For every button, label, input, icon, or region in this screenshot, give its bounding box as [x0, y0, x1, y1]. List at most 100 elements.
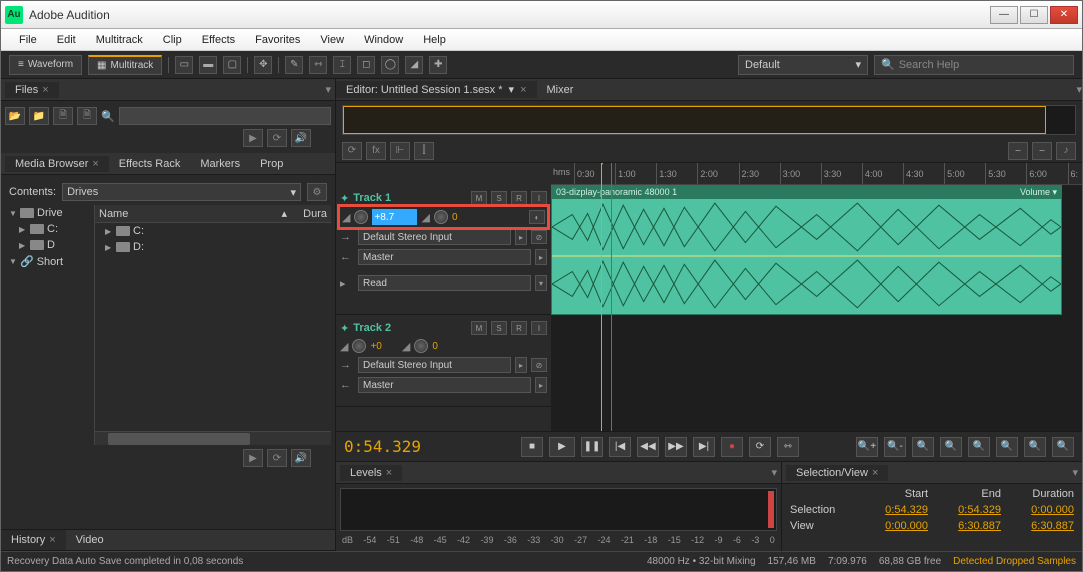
selection-view-tab[interactable]: Selection/View ×	[786, 465, 888, 481]
play-preview-icon[interactable]: ▶	[243, 449, 263, 467]
minimize-button[interactable]: —	[990, 6, 1018, 24]
close-icon[interactable]: ×	[520, 84, 526, 96]
pan-knob[interactable]	[414, 339, 428, 353]
panel-menu-icon[interactable]: ▾	[1072, 466, 1078, 479]
expand-icon[interactable]: ▶	[19, 241, 27, 250]
waveform-mode-button[interactable]: ≡ Waveform	[9, 55, 82, 75]
slip-tool-icon[interactable]: ⇿	[309, 56, 327, 74]
volume-knob[interactable]	[354, 210, 368, 224]
selection-start[interactable]: 0:54.329	[863, 504, 928, 516]
razor-tool-icon[interactable]: ✎	[285, 56, 303, 74]
autoplay-icon[interactable]: 🔊	[291, 449, 311, 467]
skip-selection-button[interactable]: ⇿	[777, 437, 799, 457]
input-select[interactable]: Default Stereo Input	[358, 357, 511, 373]
editor-tab[interactable]: Editor: Untitled Session 1.sesx * ▾ ×	[336, 81, 537, 98]
zoom-in-button[interactable]: 🔍+	[856, 437, 878, 457]
menu-window[interactable]: Window	[354, 32, 413, 48]
h-scrollbar[interactable]	[95, 431, 331, 445]
media-browser-tab[interactable]: Media Browser ×	[5, 156, 109, 172]
volume-knob[interactable]	[352, 339, 366, 353]
monitor-button[interactable]: I	[531, 191, 547, 205]
properties-tab[interactable]: Prop	[250, 156, 293, 172]
zoom-in-point-button[interactable]: 🔍	[1024, 437, 1046, 457]
record-arm-button[interactable]: R	[511, 321, 527, 335]
zoom-out-button[interactable]: 🔍-	[884, 437, 906, 457]
import-icon[interactable]: 📁	[29, 107, 49, 125]
mb-tool-icon[interactable]: ⚙	[307, 183, 327, 201]
level-meter[interactable]	[340, 488, 777, 531]
list-item-d[interactable]: ▶ D:	[95, 239, 331, 255]
brush-icon[interactable]: ◢	[405, 56, 423, 74]
marquee-icon[interactable]: ◻	[357, 56, 375, 74]
menu-edit[interactable]: Edit	[47, 32, 86, 48]
new-audio-icon[interactable]: 🗎	[53, 107, 73, 125]
move-tool-icon[interactable]: ✥	[254, 56, 272, 74]
pan-value[interactable]: 0	[432, 341, 438, 352]
snap-icon[interactable]: ⎯	[1008, 142, 1028, 160]
contents-select[interactable]: Drives ▾	[62, 183, 301, 201]
lasso-icon[interactable]: ◯	[381, 56, 399, 74]
menu-multitrack[interactable]: Multitrack	[86, 32, 153, 48]
mute-button[interactable]: M	[471, 191, 487, 205]
video-tab[interactable]: Video	[66, 530, 114, 550]
audio-clip[interactable]: 03-dizplay-panoramic 48000 1 Volume ▾	[551, 185, 1062, 315]
view-duration[interactable]: 6:30.887	[1009, 520, 1074, 532]
new-multitrack-icon[interactable]: 🗎	[77, 107, 97, 125]
loop-playback-button[interactable]: ⟳	[749, 437, 771, 457]
open-file-icon[interactable]: 📂	[5, 107, 25, 125]
zoom-out-v-button[interactable]: 🔍	[996, 437, 1018, 457]
workspace-select[interactable]: Default ▾	[738, 55, 868, 75]
panel-menu-icon[interactable]: ▾	[1076, 83, 1082, 96]
input-caret[interactable]: ▸	[515, 229, 527, 245]
loop-preview-icon[interactable]: ⟳	[267, 129, 287, 147]
play-button[interactable]: ▶	[549, 437, 575, 457]
panel-menu-icon[interactable]: ▾	[771, 466, 777, 479]
zoom-out-point-button[interactable]: 🔍	[1052, 437, 1074, 457]
expand-icon[interactable]: ▼	[9, 209, 17, 218]
volume-value[interactable]: +0	[370, 341, 381, 352]
list-item-c[interactable]: ▶ C:	[95, 223, 331, 239]
menu-favorites[interactable]: Favorites	[245, 32, 310, 48]
rewind-button[interactable]: ◀◀	[637, 437, 659, 457]
overview-viewport[interactable]	[343, 106, 1046, 134]
zoom-in-v-button[interactable]: 🔍	[968, 437, 990, 457]
automation-mode-select[interactable]: Read	[358, 275, 531, 291]
menu-view[interactable]: View	[310, 32, 354, 48]
menu-effects[interactable]: Effects	[192, 32, 245, 48]
selection-duration[interactable]: 0:00.000	[1009, 504, 1074, 516]
multitrack-mode-button[interactable]: ▦ Multitrack	[88, 55, 162, 75]
record-button[interactable]: ●	[721, 437, 743, 457]
files-tab[interactable]: Files ×	[5, 82, 59, 98]
panel-menu-icon[interactable]: ▾	[325, 83, 331, 96]
menu-file[interactable]: File	[9, 32, 47, 48]
solo-button[interactable]: S	[491, 321, 507, 335]
expand-icon[interactable]: ▶	[105, 227, 113, 236]
close-button[interactable]: ✕	[1050, 6, 1078, 24]
output-select[interactable]: Master	[358, 249, 531, 265]
fx-icon[interactable]: fx	[366, 142, 386, 160]
files-search-input[interactable]	[119, 107, 331, 125]
forward-button[interactable]: ▶▶	[665, 437, 687, 457]
preview-icon[interactable]: ▢	[223, 56, 241, 74]
tree-item-drives[interactable]: ▼ Drive	[5, 205, 94, 221]
spectral-pitch-icon[interactable]: ▬	[199, 56, 217, 74]
maximize-button[interactable]: ☐	[1020, 6, 1048, 24]
close-icon[interactable]: ×	[42, 84, 48, 96]
selection-end[interactable]: 0:54.329	[936, 504, 1001, 516]
mono-button[interactable]: ⊘	[531, 230, 547, 244]
markers-tab[interactable]: Markers	[190, 156, 250, 172]
volume-value[interactable]: +8.7	[372, 209, 417, 225]
skip-end-button[interactable]: ▶|	[693, 437, 715, 457]
time-display[interactable]: 0:54.329	[344, 437, 464, 456]
snap-to-icon[interactable]: ⎯	[1032, 142, 1052, 160]
mixer-tab[interactable]: Mixer	[537, 82, 584, 98]
pan-value[interactable]: 0	[452, 212, 458, 223]
automation-caret[interactable]: ▾	[535, 275, 547, 291]
time-select-icon[interactable]: 𝙸	[333, 56, 351, 74]
pause-button[interactable]: ❚❚	[581, 437, 603, 457]
expand-icon[interactable]: ▶	[19, 225, 27, 234]
history-tab[interactable]: History ×	[1, 530, 66, 550]
playhead[interactable]	[601, 163, 602, 431]
zoom-selection-button[interactable]: 🔍	[940, 437, 962, 457]
output-select[interactable]: Master	[358, 377, 531, 393]
